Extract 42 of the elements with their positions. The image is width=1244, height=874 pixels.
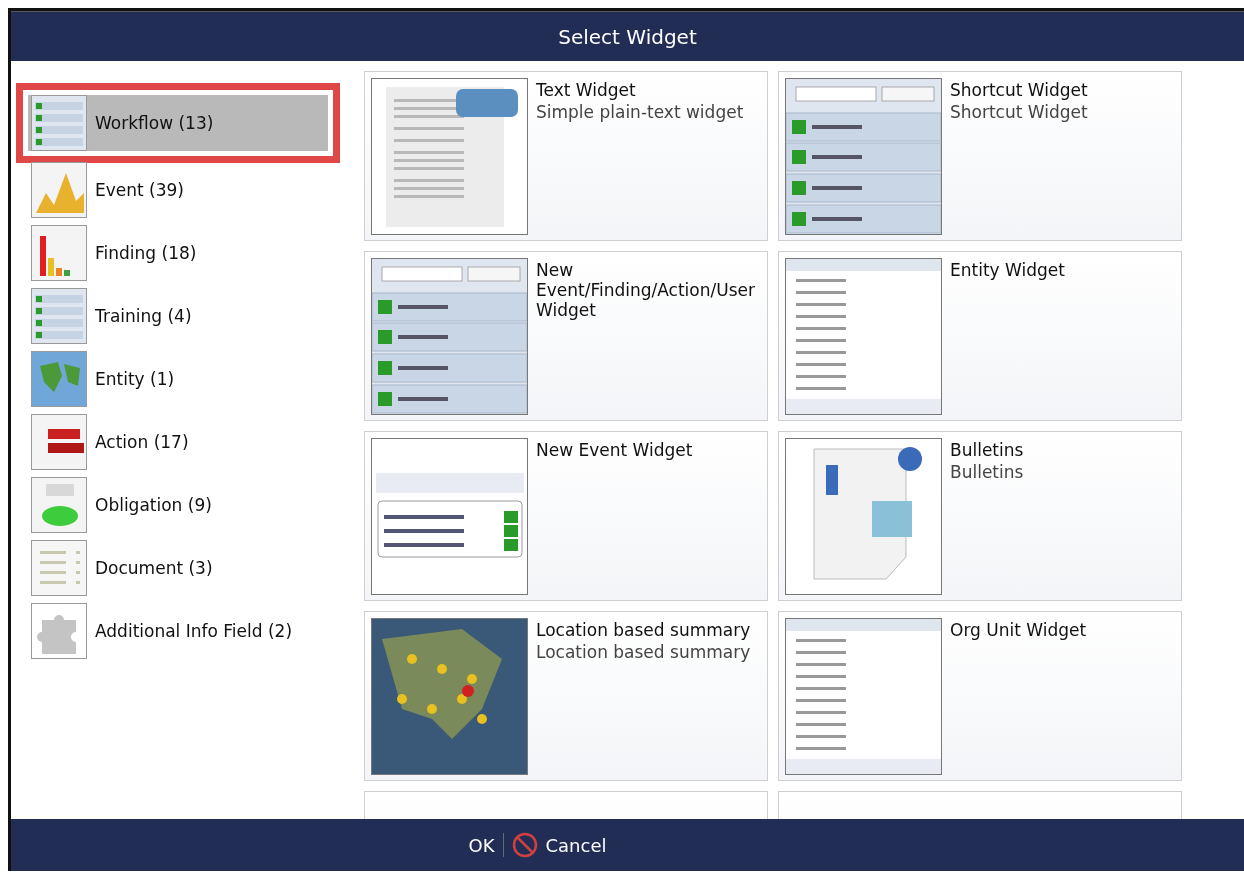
dialog-title: Select Widget — [11, 11, 1244, 61]
widget-title: Location based summary — [536, 620, 751, 640]
widget-description: Simple plain-text widget — [536, 102, 744, 122]
widget-title: Bulletins — [950, 440, 1024, 460]
widget-description: Location based summary — [536, 642, 751, 662]
category-thumbnail-icon — [31, 225, 87, 281]
category-thumbnail-icon — [31, 414, 87, 470]
category-item[interactable]: Workflow (13) — [28, 95, 328, 151]
widget-card[interactable]: Text Widget Simple plain-text widget — [364, 71, 768, 241]
category-thumbnail-icon — [31, 95, 87, 151]
category-item[interactable]: Additional Info Field (2) — [28, 603, 328, 659]
category-thumbnail-icon — [31, 162, 87, 218]
category-item[interactable]: Action (17) — [28, 414, 328, 470]
widget-card[interactable]: Entity Widget — [778, 251, 1182, 421]
category-thumbnail-icon — [31, 540, 87, 596]
widget-card[interactable]: Shortcut Widget Shortcut Widget — [778, 71, 1182, 241]
category-thumbnail-icon — [31, 603, 87, 659]
category-thumbnail-icon — [31, 288, 87, 344]
widget-title: New Event Widget — [536, 440, 693, 460]
widget-card[interactable]: New Event Widget — [364, 431, 768, 601]
widget-card[interactable]: Org Unit Widget — [778, 611, 1182, 781]
widget-title: Org Unit Widget — [950, 620, 1087, 640]
category-item[interactable]: Obligation (9) — [28, 477, 328, 533]
widget-title: Shortcut Widget — [950, 80, 1088, 100]
category-thumbnail-icon — [31, 477, 87, 533]
widget-title: New Event/Finding/Action/User Widget — [536, 260, 756, 320]
cancel-icon — [511, 832, 538, 858]
category-item[interactable]: Event (39) — [28, 162, 328, 218]
widget-card[interactable]: Bulletins Bulletins — [778, 431, 1182, 601]
widget-card[interactable]: New Event/Finding/Action/User Widget — [364, 251, 768, 421]
category-item[interactable]: Finding (18) — [28, 225, 328, 281]
widget-description: Shortcut Widget — [950, 102, 1088, 122]
category-item[interactable]: Entity (1) — [28, 351, 328, 407]
widget-card[interactable]: Location based summary Location based summary — [364, 611, 768, 781]
widget-title: Text Widget — [536, 80, 637, 100]
ok-button[interactable]: OK — [460, 830, 503, 860]
category-item[interactable]: Document (3) — [28, 540, 328, 596]
category-item[interactable]: Training (4) — [28, 288, 328, 344]
widget-description: Bulletins — [950, 462, 1024, 482]
cancel-button[interactable]: Cancel — [503, 828, 615, 862]
widget-title: Entity Widget — [950, 260, 1065, 280]
category-thumbnail-icon — [31, 351, 87, 407]
